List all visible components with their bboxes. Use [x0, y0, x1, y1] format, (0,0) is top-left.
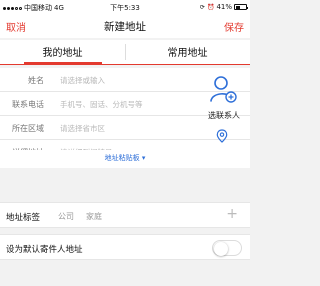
phone-label: 联系电话 — [12, 100, 44, 109]
name-input[interactable]: 请选择或输入 — [60, 75, 105, 86]
status-bar: 中国移动 4G 下午5:33 ⟳ ⏰ 41% — [0, 0, 250, 14]
paste-board-label: 地址粘贴板 — [104, 154, 140, 162]
select-contact-button[interactable]: 选联系人 — [200, 75, 248, 123]
battery-fill — [236, 6, 241, 9]
tab-my-address[interactable]: 我的地址 — [0, 44, 125, 59]
battery-icon — [234, 4, 248, 10]
location-pin-icon[interactable] — [216, 129, 228, 143]
region-select[interactable]: 请选择省市区 — [60, 123, 105, 134]
status-right: ⟳ ⏰ 41% — [199, 3, 248, 11]
chevron-down-icon: ▾ — [141, 154, 146, 162]
tab-frequent-address[interactable]: 常用地址 — [125, 44, 250, 59]
select-contact-label: 选联系人 — [208, 111, 240, 120]
address-tag-row: 地址标签 公司 家庭 + — [0, 202, 250, 228]
add-tag-icon[interactable]: + — [226, 207, 238, 221]
address-tag-label: 地址标签 — [6, 213, 41, 223]
default-address-toggle[interactable] — [212, 240, 242, 256]
save-button[interactable]: 保存 — [224, 19, 244, 34]
contact-person-icon — [210, 76, 237, 103]
toggle-knob — [213, 241, 228, 256]
region-label: 所在区域 — [12, 124, 44, 133]
tag-company[interactable]: 公司 — [58, 211, 74, 222]
paste-board-row: 地址粘贴板 ▾ — [0, 150, 250, 168]
active-tab-indicator — [24, 62, 102, 65]
orientation-lock-icon: ⟳ — [199, 3, 205, 11]
default-address-row: 设为默认寄件人地址 — [0, 234, 250, 260]
alarm-icon: ⏰ — [206, 3, 215, 11]
page-title: 新建地址 — [104, 21, 146, 33]
navigation-bar: 取消 新建地址 保存 — [0, 14, 250, 38]
paste-board-link[interactable]: 地址粘贴板 ▾ — [0, 153, 250, 163]
tab-divider — [125, 44, 126, 60]
default-address-label: 设为默认寄件人地址 — [6, 245, 83, 255]
tag-home[interactable]: 家庭 — [86, 211, 102, 222]
battery-percent: 41% — [216, 3, 232, 11]
name-label: 姓名 — [28, 76, 44, 85]
phone-input[interactable]: 手机号、固话、分机号等 — [60, 99, 143, 110]
